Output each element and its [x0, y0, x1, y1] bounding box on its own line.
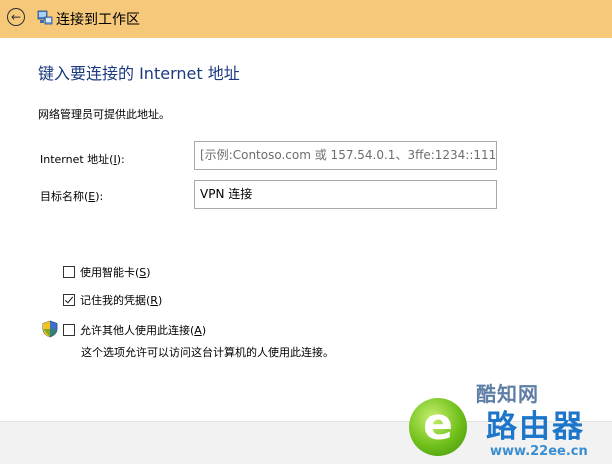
remember-credentials-label: 记住我的凭据(R) [80, 294, 163, 307]
watermark-brand: 路由器 [486, 409, 585, 445]
smartcard-label: 使用智能卡(S) [80, 266, 151, 279]
remember-credentials-option[interactable]: 记住我的凭据(R) [63, 292, 162, 308]
page-subtext: 网络管理员可提供此地址。 [38, 108, 170, 121]
window-title: 连接到工作区 [56, 12, 140, 28]
network-icon [37, 10, 53, 25]
uac-shield-icon [42, 320, 58, 338]
watermark-url: www.22ee.cn [490, 444, 588, 459]
remember-credentials-checkbox[interactable] [63, 294, 75, 306]
allow-others-option[interactable]: 允许其他人使用此连接(A) [63, 322, 206, 338]
title-bar: ← 连接到工作区 [0, 0, 612, 38]
smartcard-checkbox[interactable] [63, 266, 75, 278]
allow-others-note: 这个选项允许可以访问这台计算机的人使用此连接。 [81, 346, 334, 359]
watermark-logo: e [409, 398, 467, 456]
page-heading: 键入要连接的 Internet 地址 [38, 64, 240, 83]
destination-label: 目标名称(E): [40, 190, 104, 203]
address-label: Internet 地址(I): [40, 153, 125, 166]
back-arrow-icon[interactable]: ← [7, 8, 25, 26]
allow-others-checkbox[interactable] [63, 324, 75, 336]
internet-address-field[interactable]: [示例:Contoso.com 或 157.54.0.1、3ffe:1234::… [194, 141, 497, 170]
allow-others-label: 允许其他人使用此连接(A) [80, 324, 207, 337]
destination-name-field[interactable]: VPN 连接 [194, 180, 497, 209]
smartcard-option[interactable]: 使用智能卡(S) [63, 264, 151, 280]
